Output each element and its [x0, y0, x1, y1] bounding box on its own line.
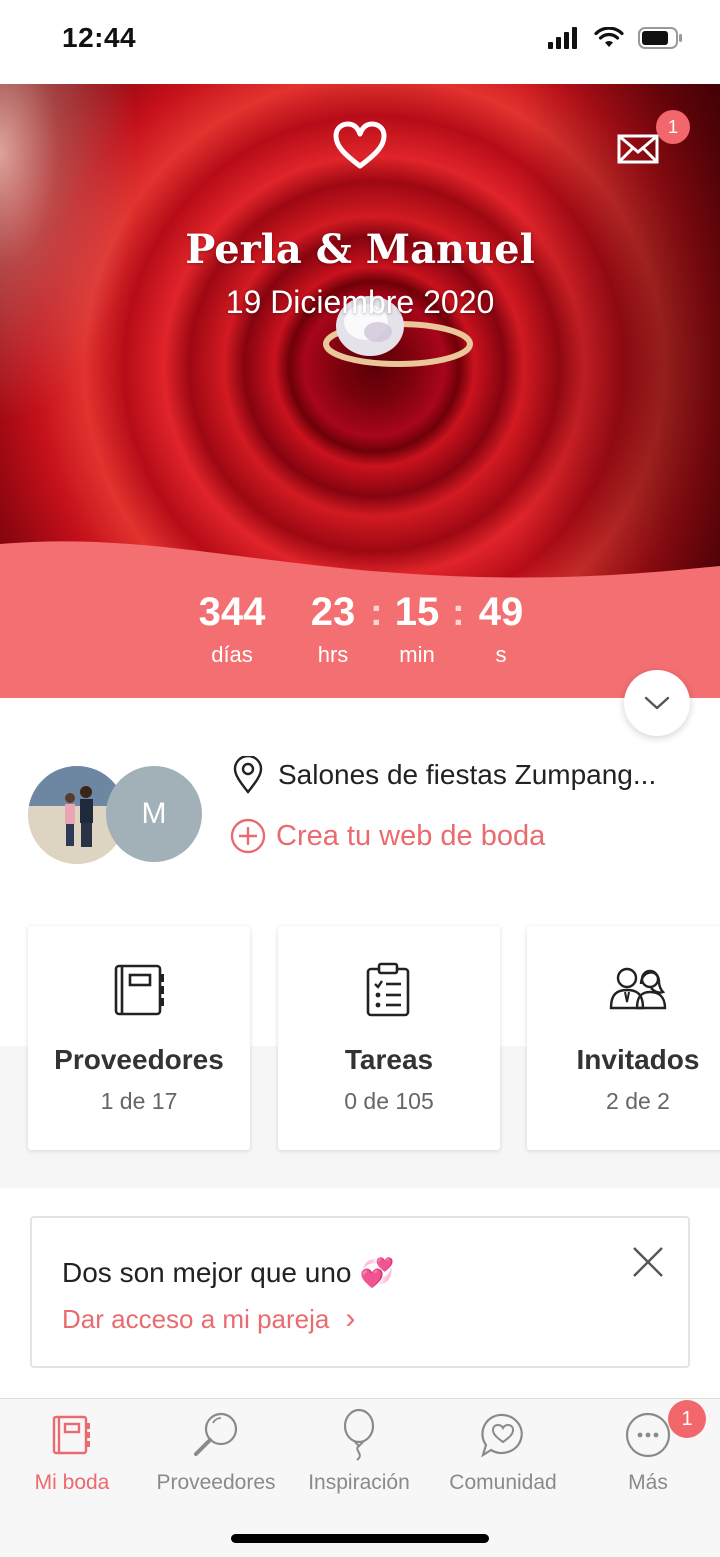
- chat-heart-icon: [481, 1413, 523, 1458]
- venue-row[interactable]: Salones de fiestas Zumpang...: [232, 756, 656, 794]
- magnifier-icon: [194, 1412, 238, 1456]
- tab-label: Comunidad: [449, 1471, 557, 1494]
- status-time: 12:44: [62, 22, 137, 53]
- tab-comunidad[interactable]: Comunidad: [431, 1407, 575, 1495]
- heart-logo-icon: [333, 121, 387, 169]
- messages-badge: 1: [656, 110, 690, 144]
- wedding-date: 19 Diciembre 2020: [225, 284, 495, 320]
- tab-mi-boda[interactable]: Mi boda: [0, 1407, 144, 1495]
- notebook-icon: [114, 964, 164, 1016]
- tab-proveedores[interactable]: Proveedores: [144, 1407, 288, 1495]
- battery-icon: [638, 27, 682, 49]
- mail-icon: [617, 134, 659, 164]
- countdown-minutes: 15 min: [384, 590, 450, 668]
- partner-avatar[interactable]: M: [106, 766, 202, 862]
- card-count: 2 de 2: [606, 1088, 670, 1114]
- plus-circle-icon: [230, 818, 266, 854]
- countdown-separator: :: [452, 592, 465, 634]
- chevron-right-icon: ›: [345, 1302, 356, 1335]
- countdown-minutes-value: 15: [394, 590, 440, 634]
- card-tareas[interactable]: Tareas 0 de 105: [278, 926, 500, 1150]
- countdown-separator: :: [370, 592, 383, 634]
- tab-label: Inspiración: [308, 1471, 410, 1494]
- home-indicator: [231, 1534, 489, 1543]
- wifi-icon: [594, 27, 624, 47]
- more-icon: [625, 1412, 671, 1458]
- tab-label: Mi boda: [34, 1471, 110, 1494]
- create-web-label: Crea tu web de boda: [276, 819, 546, 852]
- couple-names: Perla & Manuel: [185, 226, 535, 273]
- tab-inspiracion[interactable]: Inspiración: [287, 1407, 431, 1495]
- chevron-down-icon: [644, 696, 670, 710]
- countdown-hours: 23 hrs: [300, 590, 366, 668]
- partner-access-label: Dar acceso a mi pareja: [62, 1303, 330, 1334]
- card-title: Proveedores: [54, 1044, 224, 1075]
- close-icon[interactable]: [628, 1242, 668, 1282]
- card-title: Invitados: [576, 1044, 700, 1075]
- promo-title: Dos son mejor que uno 💞: [62, 1256, 394, 1289]
- venue-name: Salones de fiestas Zumpang...: [278, 759, 657, 790]
- countdown-hours-value: 23: [310, 590, 356, 634]
- tab-label: Proveedores: [156, 1471, 276, 1494]
- promo-title-text: Dos son mejor que uno: [62, 1256, 352, 1288]
- countdown-days-value: 344: [198, 590, 266, 634]
- countdown-seconds-label: s: [495, 642, 507, 667]
- expand-button[interactable]: [624, 670, 690, 736]
- cellular-signal-icon: [548, 27, 577, 49]
- countdown-hours-label: hrs: [317, 642, 349, 667]
- card-proveedores[interactable]: Proveedores 1 de 17: [28, 926, 250, 1150]
- partner-access-promo: Dos son mejor que uno 💞 Dar acceso a mi …: [30, 1216, 690, 1368]
- planner-icon: [52, 1415, 90, 1455]
- partner-access-link[interactable]: Dar acceso a mi pareja ›: [62, 1302, 355, 1336]
- countdown-minutes-label: min: [399, 642, 435, 667]
- card-count: 0 de 105: [344, 1088, 434, 1114]
- create-web-link[interactable]: Crea tu web de boda: [230, 818, 545, 854]
- card-count: 1 de 17: [100, 1088, 178, 1114]
- countdown-seconds-value: 49: [478, 590, 524, 634]
- card-title: Tareas: [344, 1044, 434, 1075]
- checklist-icon: [366, 962, 410, 1017]
- hearts-emoji-icon: 💞: [359, 1257, 395, 1288]
- countdown-days: 344 días: [186, 590, 278, 668]
- more-badge: 1: [668, 1400, 706, 1438]
- countdown-days-label: días: [211, 642, 253, 667]
- card-invitados[interactable]: Invitados 2 de 2: [527, 926, 720, 1150]
- tab-label: Más: [628, 1471, 668, 1494]
- status-icons: [548, 26, 684, 50]
- status-bar: 12:44: [0, 0, 720, 84]
- guests-icon: [609, 967, 667, 1010]
- location-pin-icon: [233, 756, 263, 794]
- countdown-seconds: 49 s: [468, 590, 534, 668]
- balloon-icon: [343, 1408, 375, 1461]
